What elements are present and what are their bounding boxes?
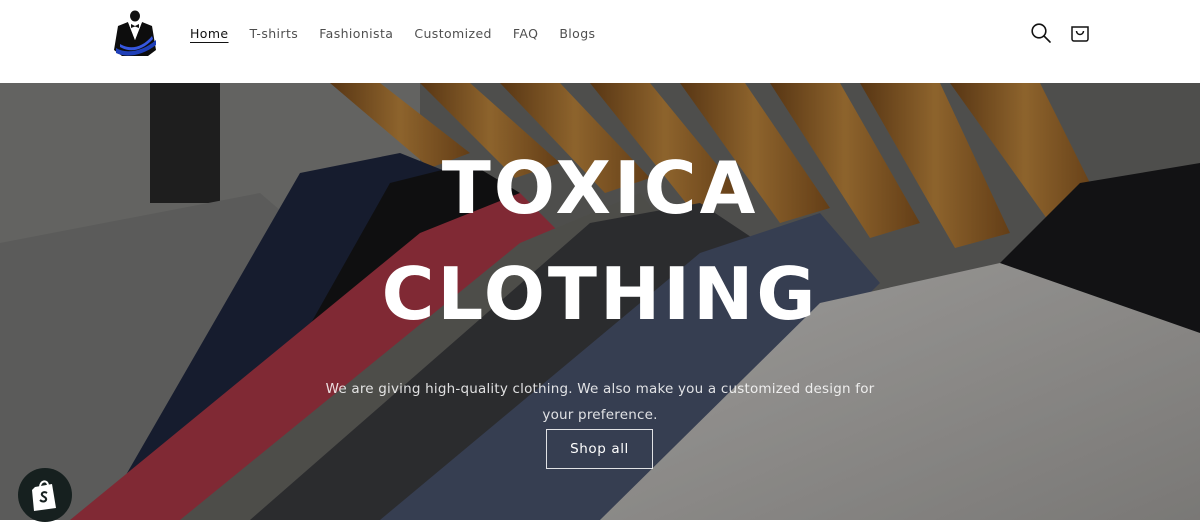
hero-title-line2: CLOTHING xyxy=(381,252,819,336)
site-header: Home T-shirts Fashionista Customized FAQ… xyxy=(0,0,1200,83)
nav-item-faq[interactable]: FAQ xyxy=(513,26,538,41)
nav-item-customized[interactable]: Customized xyxy=(414,26,492,41)
shop-all-button[interactable]: Shop all xyxy=(546,429,653,469)
nav-item-fashionista[interactable]: Fashionista xyxy=(319,26,393,41)
hero-title: TOXICA CLOTHING xyxy=(0,135,1200,347)
nav-item-home[interactable]: Home xyxy=(190,26,229,41)
hero-banner: TOXICA CLOTHING We are giving high-quali… xyxy=(0,83,1200,520)
shopify-bag-icon[interactable] xyxy=(18,468,72,522)
nav-item-t-shirts[interactable]: T-shirts xyxy=(250,26,299,41)
main-navigation: Home T-shirts Fashionista Customized FAQ… xyxy=(190,0,616,66)
search-icon[interactable] xyxy=(1028,20,1054,46)
nav-item-blogs[interactable]: Blogs xyxy=(559,26,595,41)
hero-title-line1: TOXICA xyxy=(441,146,759,230)
hero-description: We are giving high-quality clothing. We … xyxy=(325,380,875,423)
tuxedo-logo-icon[interactable] xyxy=(112,10,158,58)
cart-icon[interactable] xyxy=(1067,20,1093,46)
